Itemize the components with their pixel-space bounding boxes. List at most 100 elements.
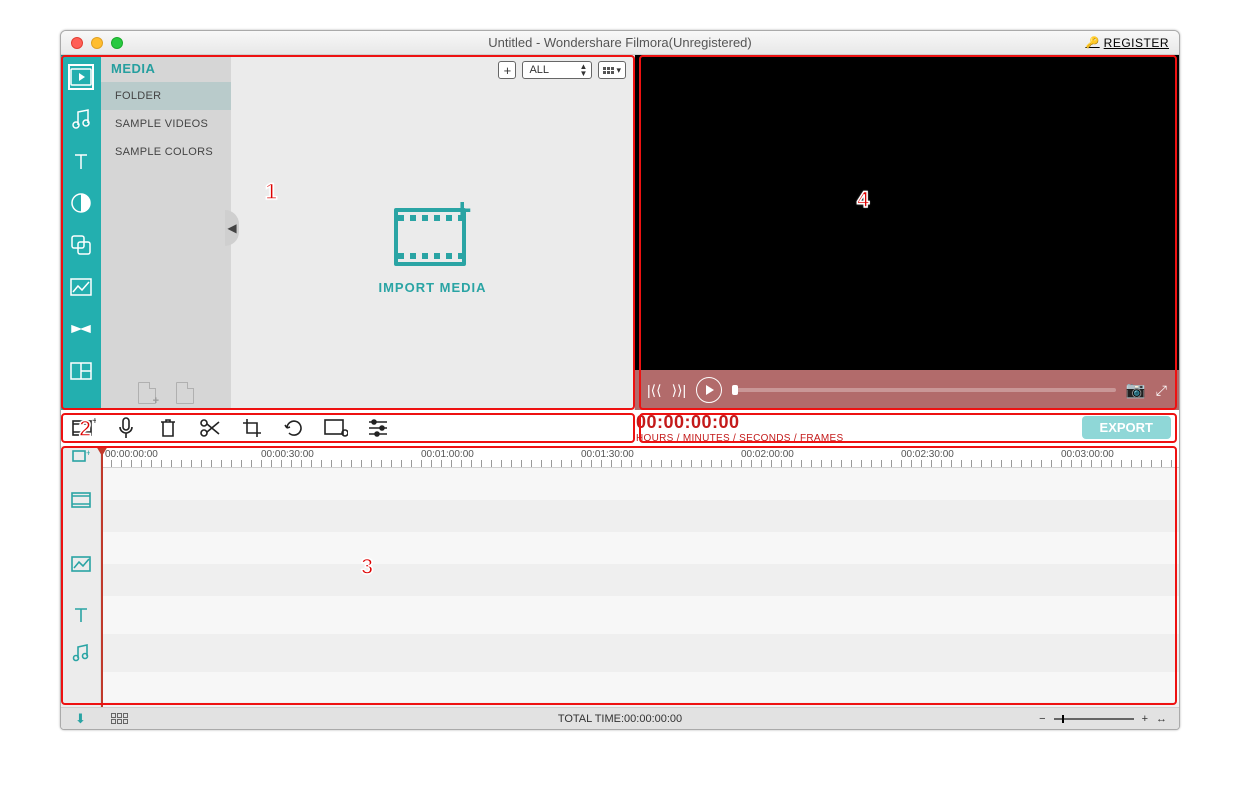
audio-track-header[interactable]: [61, 634, 101, 672]
media-view-toggle[interactable]: ▾: [598, 61, 626, 79]
ruler-tick: 00:00:00:00: [105, 449, 158, 460]
window-title: Untitled - Wondershare Filmora(Unregiste…: [61, 35, 1179, 50]
next-frame-button[interactable]: ⟩⟩|: [672, 382, 687, 399]
delete-button[interactable]: [155, 417, 181, 439]
media-topbar: + ALL ▲▼ ▾: [231, 55, 634, 85]
splitscreen-tab-icon[interactable]: [68, 358, 94, 384]
preview-viewport[interactable]: [635, 55, 1179, 370]
speed-button[interactable]: [323, 417, 349, 439]
register-label: REGISTER: [1104, 36, 1169, 50]
folder-item[interactable]: SAMPLE VIDEOS: [101, 110, 231, 138]
video-track[interactable]: [101, 468, 1179, 500]
text-tab-icon[interactable]: [68, 148, 94, 174]
media-panel: MEDIA FOLDER SAMPLE VIDEOS SAMPLE COLORS…: [101, 55, 635, 410]
audio-track[interactable]: [101, 634, 1179, 672]
video-track[interactable]: [101, 500, 1179, 532]
play-button[interactable]: [696, 377, 722, 403]
prev-frame-button[interactable]: |⟨⟨: [647, 382, 662, 399]
import-media-dropzone[interactable]: + IMPORT MEDIA: [231, 85, 634, 410]
app-body: MEDIA FOLDER SAMPLE VIDEOS SAMPLE COLORS…: [61, 55, 1179, 729]
crop-button[interactable]: [239, 417, 265, 439]
overlays-tab-icon[interactable]: [68, 232, 94, 258]
register-link[interactable]: 🔑 REGISTER: [1085, 36, 1169, 50]
record-video-button[interactable]: +: [71, 417, 97, 439]
folder-item[interactable]: FOLDER: [101, 82, 231, 110]
snapshot-button[interactable]: 📷: [1126, 380, 1146, 400]
music-tab-icon[interactable]: [68, 106, 94, 132]
total-time-value: 00:00:00:00: [624, 713, 682, 725]
ruler-tick: 00:02:30:00: [901, 449, 954, 460]
media-tab-icon[interactable]: [68, 64, 94, 90]
elements-tab-icon[interactable]: [68, 274, 94, 300]
traffic-lights: [71, 37, 123, 49]
zoom-out-button[interactable]: −: [1039, 713, 1045, 725]
zoom-slider[interactable]: [1054, 718, 1134, 720]
preview-seek-slider[interactable]: [732, 388, 1116, 392]
fullscreen-button[interactable]: ⤢: [1156, 382, 1167, 399]
spare-track[interactable]: [101, 672, 1179, 702]
media-filter-select[interactable]: ALL ▲▼: [522, 61, 592, 79]
ruler-tick: 00:00:30:00: [261, 449, 314, 460]
timeline-track-headers: +: [61, 446, 101, 707]
ruler-tick: 00:02:00:00: [741, 449, 794, 460]
add-track-button[interactable]: +: [61, 446, 101, 468]
download-icon[interactable]: ⬇: [75, 711, 86, 727]
text-track-header[interactable]: [61, 596, 101, 634]
voiceover-button[interactable]: [113, 417, 139, 439]
zoom-window-button[interactable]: [111, 37, 123, 49]
timecode-display: 00:00:00:00 HOURS / MINUTES / SECONDS / …: [636, 412, 843, 444]
select-arrows-icon: ▲▼: [580, 63, 588, 77]
transitions-tab-icon[interactable]: [68, 316, 94, 342]
split-button[interactable]: [197, 417, 223, 439]
timeline-panel: + 00:00:00:00 00:00:30:00 00:01:00:00 00…: [61, 446, 1179, 707]
new-folder-icon[interactable]: [138, 382, 156, 404]
export-button[interactable]: EXPORT: [1082, 416, 1171, 439]
media-folder-sidebar: MEDIA FOLDER SAMPLE VIDEOS SAMPLE COLORS: [101, 55, 231, 410]
filters-tab-icon[interactable]: [68, 190, 94, 216]
media-content: + ALL ▲▼ ▾ + IMPORT MEDIA: [231, 55, 634, 410]
chevron-down-icon: ▾: [616, 65, 621, 76]
minimize-window-button[interactable]: [91, 37, 103, 49]
close-window-button[interactable]: [71, 37, 83, 49]
ruler-tick: 00:03:00:00: [1061, 449, 1114, 460]
import-media-label: IMPORT MEDIA: [378, 280, 486, 295]
image-track[interactable]: [101, 564, 1179, 596]
svg-text:+: +: [92, 418, 96, 427]
timecode-value: 00:00:00:00: [636, 412, 843, 433]
preview-panel: |⟨⟨ ⟩⟩| 📷 ⤢: [635, 55, 1179, 410]
grid-icon: [603, 67, 614, 74]
category-rail: [61, 55, 101, 410]
total-time-caption: TOTAL TIME:: [558, 713, 624, 725]
plus-icon: +: [504, 64, 512, 77]
svg-text:+: +: [86, 450, 90, 458]
folder-page-icon[interactable]: [176, 382, 194, 404]
text-track[interactable]: [101, 596, 1179, 634]
rotate-button[interactable]: [281, 417, 307, 439]
timeline-ruler[interactable]: 00:00:00:00 00:00:30:00 00:01:00:00 00:0…: [101, 446, 1179, 468]
edit-toolbar: + 00:00:00:00 HOURS / MINUTES / SECONDS …: [61, 410, 1179, 446]
video-track-header[interactable]: [61, 468, 101, 532]
timeline-tracks[interactable]: [101, 468, 1179, 707]
app-window: Untitled - Wondershare Filmora(Unregiste…: [60, 30, 1180, 730]
add-media-button[interactable]: +: [498, 61, 516, 79]
ruler-tick: 00:01:30:00: [581, 449, 634, 460]
folder-item[interactable]: SAMPLE COLORS: [101, 138, 231, 166]
preview-controls: |⟨⟨ ⟩⟩| 📷 ⤢: [635, 370, 1179, 410]
image-track[interactable]: [101, 532, 1179, 564]
ruler-tick: 00:01:00:00: [421, 449, 474, 460]
playhead[interactable]: [101, 446, 103, 707]
fit-width-button[interactable]: ↔: [1156, 713, 1167, 725]
key-icon: 🔑: [1085, 36, 1099, 49]
zoom-controls: − + ↔: [1039, 713, 1167, 725]
thumbnail-view-button[interactable]: [111, 713, 128, 724]
total-time-label: TOTAL TIME:00:00:00:00: [558, 713, 682, 725]
timecode-units: HOURS / MINUTES / SECONDS / FRAMES: [636, 433, 843, 444]
settings-sliders-button[interactable]: [365, 417, 391, 439]
export-label: EXPORT: [1100, 420, 1153, 435]
status-bar: ⬇ TOTAL TIME:00:00:00:00 − + ↔: [61, 707, 1179, 729]
image-track-header[interactable]: [61, 532, 101, 596]
media-header: MEDIA: [101, 55, 231, 82]
zoom-in-button[interactable]: +: [1142, 713, 1148, 725]
title-bar: Untitled - Wondershare Filmora(Unregiste…: [61, 31, 1179, 55]
media-filter-value: ALL: [529, 64, 549, 76]
